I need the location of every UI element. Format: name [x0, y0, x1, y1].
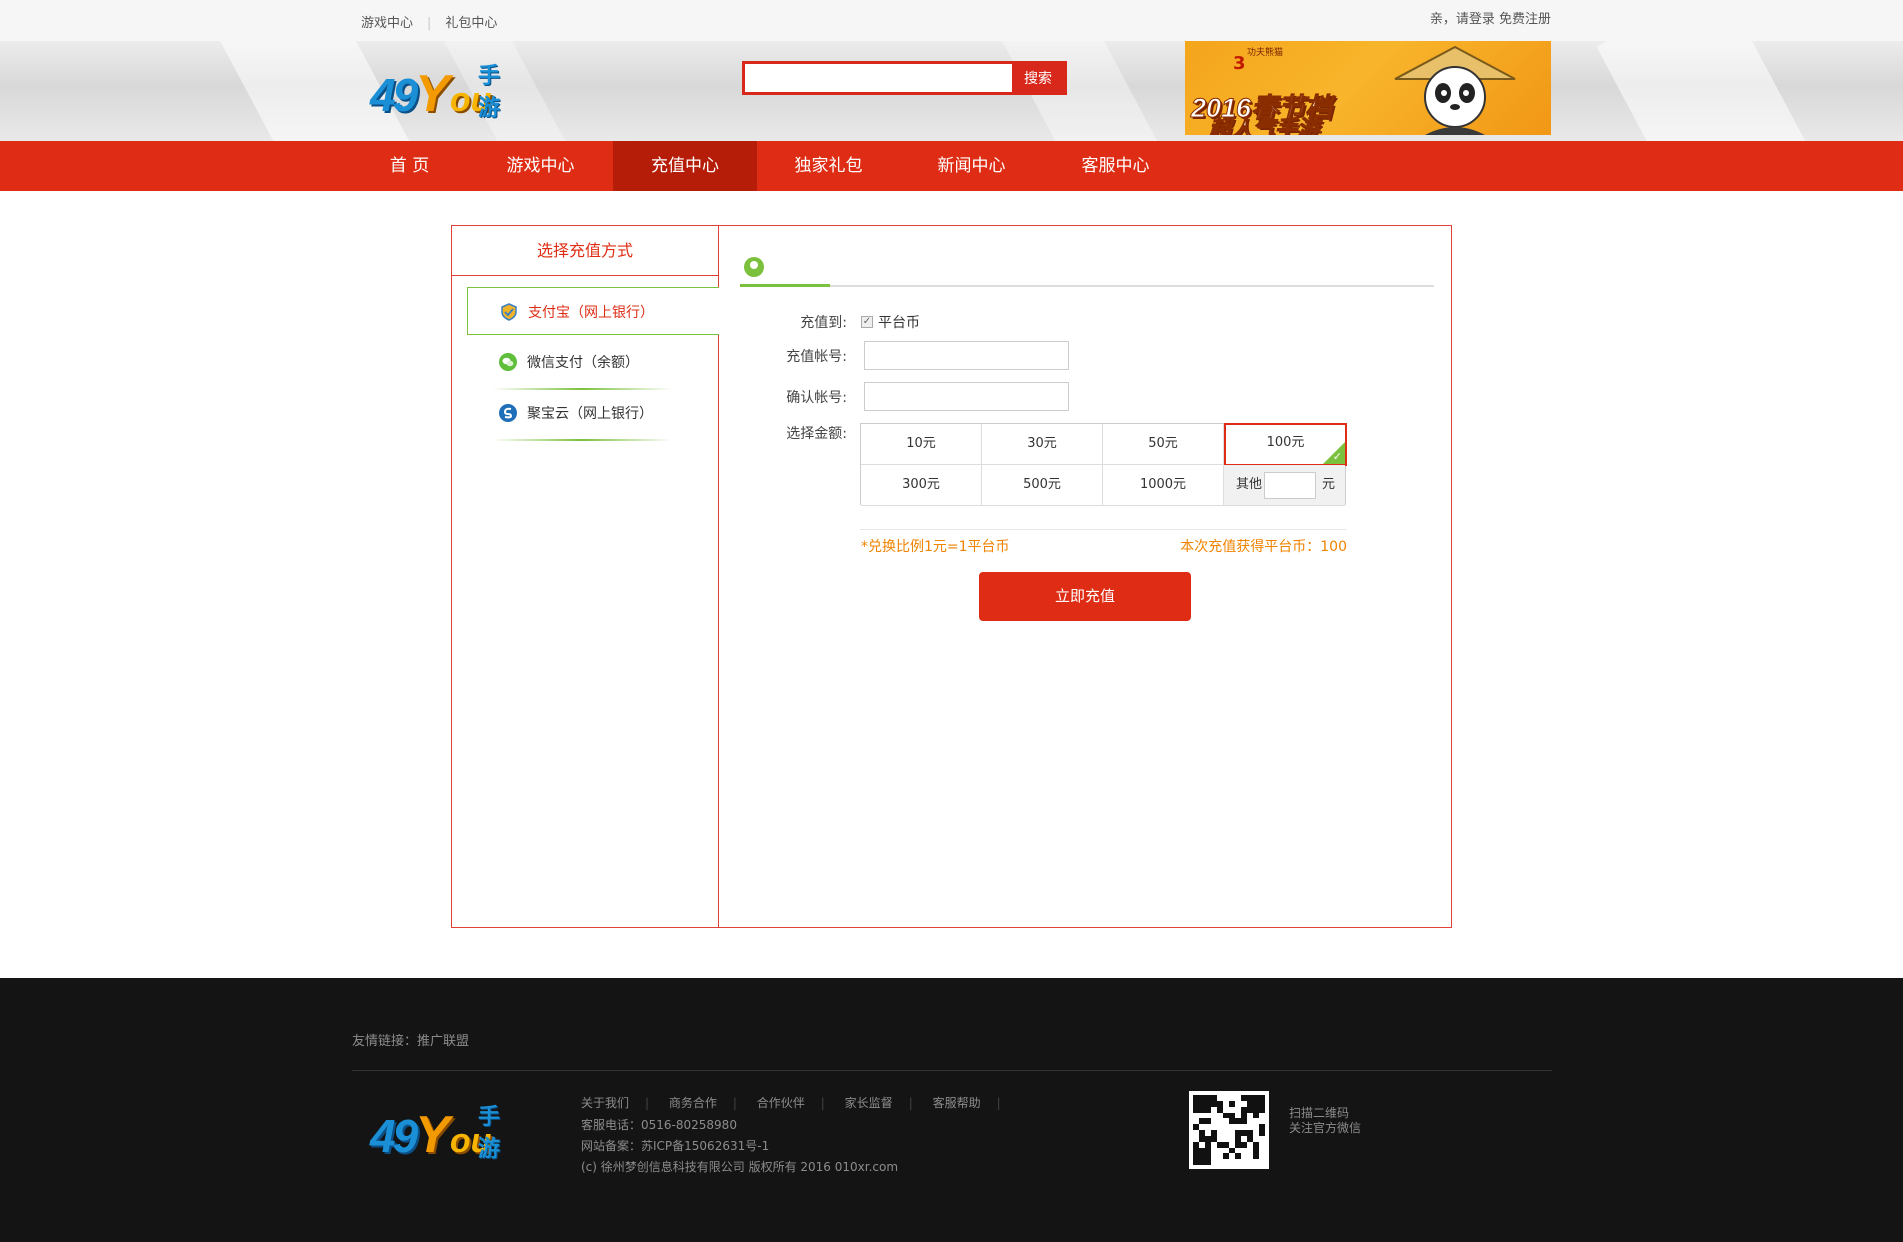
divider — [860, 529, 1346, 530]
user-icon — [744, 257, 764, 277]
confirm-account-label: 确认帐号: — [786, 390, 847, 406]
amount-option-500[interactable]: 500元 — [982, 465, 1103, 506]
search-button[interactable]: 搜索 — [1012, 64, 1064, 92]
qr-caption: 扫描二维码 关注官方微信 — [1289, 1106, 1362, 1135]
account-label: 充值帐号: — [786, 349, 847, 365]
nav-service-center[interactable]: 客服中心 — [1065, 141, 1166, 191]
footer-link-help[interactable]: 客服帮助 — [933, 1096, 981, 1110]
login-link[interactable]: 亲，请登录 — [1430, 12, 1495, 27]
platform-coin-label: 平台币 — [878, 315, 920, 331]
jubaoyun-icon — [499, 404, 517, 422]
other-amount-input[interactable] — [1264, 472, 1316, 499]
nav-exclusive-gifts[interactable]: 独家礼包 — [778, 141, 879, 191]
promo-banner[interactable]: 功夫熊猫 3 2016春节档 超人气手游 — [1185, 41, 1551, 135]
login-area: 亲，请登录 免费注册 — [1430, 8, 1551, 27]
amount-option-label: 100元 — [1266, 435, 1305, 450]
amount-grid: 10元 30元 50元 100元 ✓ 300元 500元 1000元 其他 元 — [860, 423, 1347, 506]
top-link-game-center[interactable]: 游戏中心 — [361, 16, 413, 31]
amount-option-1000[interactable]: 1000元 — [1103, 465, 1224, 506]
recharge-to-label: 充值到: — [800, 315, 847, 331]
separator: | — [427, 16, 432, 31]
nav-home[interactable]: 首 页 — [364, 141, 455, 191]
divider — [492, 439, 672, 441]
amount-option-10[interactable]: 10元 — [861, 424, 982, 465]
nav-news-center[interactable]: 新闻中心 — [921, 141, 1022, 191]
footer-link-about[interactable]: 关于我们 — [581, 1096, 629, 1110]
site-logo[interactable]: 49You 手游 — [370, 63, 500, 124]
wechat-qr-code — [1189, 1091, 1269, 1169]
nav-game-center[interactable]: 游戏中心 — [490, 141, 591, 191]
copyright: (c) 徐州梦创信息科技有限公司 版权所有 2016 010xr.com — [581, 1160, 899, 1174]
payment-method-title: 选择充值方式 — [452, 226, 718, 276]
search-bar: 搜索 — [742, 61, 1067, 95]
icp-record: 网站备案：苏ICP备15062631号-1 — [581, 1139, 770, 1153]
platform-coin-checkbox[interactable]: ✓ — [861, 316, 873, 328]
top-bar: 游戏中心 | 礼包中心 亲，请登录 免费注册 — [0, 0, 1903, 41]
amount-option-100[interactable]: 100元 ✓ — [1224, 423, 1347, 466]
amount-label: 选择金额: — [786, 426, 847, 442]
footer-rule — [352, 1070, 1552, 1071]
friend-links: 友情链接：推广联盟 — [352, 1034, 470, 1049]
amount-option-30[interactable]: 30元 — [982, 424, 1103, 465]
payment-wechat[interactable]: 微信支付（余额） — [467, 338, 719, 390]
payment-label: 支付宝（网上银行） — [528, 305, 654, 321]
nav-recharge-center[interactable]: 充值中心 — [613, 141, 757, 191]
other-amount-unit: 元 — [1322, 477, 1336, 492]
recharge-panel: 选择充值方式 支付宝（网上银行） 微信支付（余额） 聚宝云（网上银行） 充值到:… — [451, 225, 1452, 928]
alipay-shield-icon — [500, 303, 518, 321]
wechat-icon — [499, 353, 517, 371]
payment-alipay[interactable]: 支付宝（网上银行） — [467, 287, 719, 335]
register-link[interactable]: 免费注册 — [1499, 12, 1551, 27]
payment-label: 聚宝云（网上银行） — [527, 406, 653, 422]
main-nav: 首 页 游戏中心 充值中心 独家礼包 新闻中心 客服中心 — [0, 141, 1903, 191]
footer-link-parental[interactable]: 家长监督 — [845, 1096, 893, 1110]
footer: 友情链接：推广联盟 49You 手游 关于我们 | 商务合作 | 合作伙伴 | 家长监… — [0, 978, 1903, 1242]
service-phone: 客服电话：0516-80258980 — [581, 1118, 737, 1132]
coins-earned-note: 本次充值获得平台币：100 — [1180, 539, 1347, 555]
footer-link-business[interactable]: 商务合作 — [669, 1096, 717, 1110]
exchange-ratio-note: *兑换比例1元=1平台币 — [861, 539, 1010, 555]
section-rule — [740, 285, 1434, 287]
footer-link-partners[interactable]: 合作伙伴 — [757, 1096, 805, 1110]
confirm-account-input[interactable] — [864, 382, 1069, 411]
amount-option-50[interactable]: 50元 — [1103, 424, 1224, 465]
footer-links: 关于我们 | 商务合作 | 合作伙伴 | 家长监督 | 客服帮助 | — [581, 1096, 1001, 1110]
panda-icon — [1394, 45, 1516, 135]
footer-logo[interactable]: 49You 手游 — [370, 1104, 500, 1165]
amount-option-300[interactable]: 300元 — [861, 465, 982, 506]
search-input[interactable] — [745, 64, 1013, 92]
amount-option-other: 其他 元 — [1224, 465, 1345, 506]
other-amount-label: 其他 — [1236, 477, 1263, 492]
account-input[interactable] — [864, 341, 1069, 370]
section-rule-accent — [740, 284, 830, 287]
payment-jubaoyun[interactable]: 聚宝云（网上银行） — [467, 389, 719, 441]
friend-link-promo-alliance[interactable]: 推广联盟 — [417, 1034, 469, 1049]
top-links: 游戏中心 | 礼包中心 — [361, 12, 497, 31]
recharge-now-button[interactable]: 立即充值 — [979, 572, 1191, 621]
top-link-gift-center[interactable]: 礼包中心 — [445, 16, 497, 31]
check-icon: ✓ — [1332, 450, 1342, 463]
payment-label: 微信支付（余额） — [527, 355, 639, 371]
